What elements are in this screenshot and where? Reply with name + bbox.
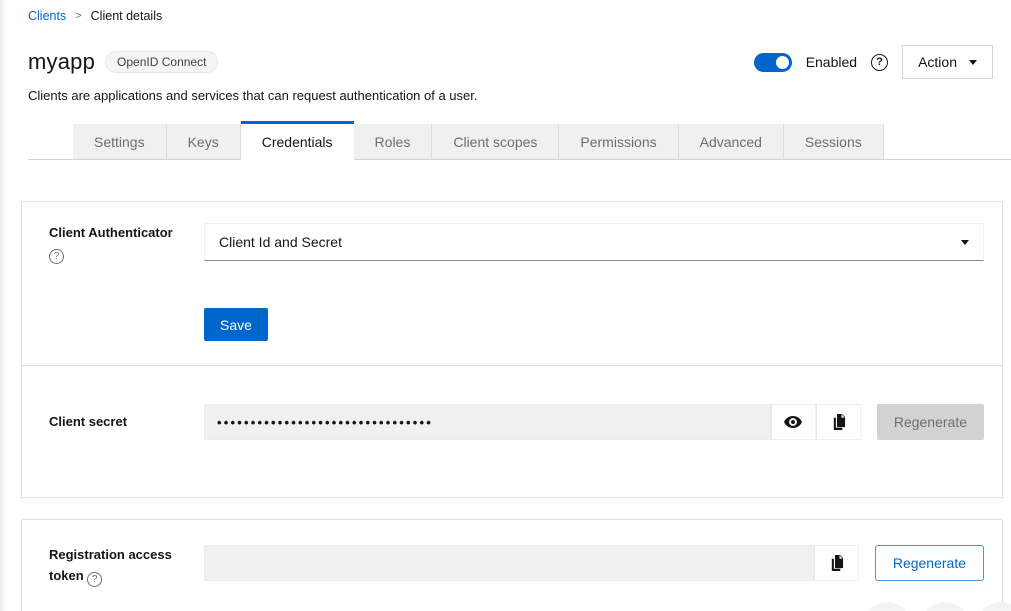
registration-token-card: Registration access token ? bbox=[21, 519, 1003, 611]
enabled-toggle[interactable] bbox=[754, 53, 792, 72]
page-header: Clients > Client details myapp OpenID Co… bbox=[0, 0, 1011, 160]
registration-token-input bbox=[204, 545, 814, 581]
registration-token-label: Registration access token ? bbox=[49, 545, 179, 587]
credentials-card: Client Authenticator ? Client Id and Sec… bbox=[21, 201, 1003, 498]
copy-secret-button[interactable] bbox=[816, 404, 861, 440]
tab-sessions[interactable]: Sessions bbox=[784, 124, 884, 160]
breadcrumb: Clients > Client details bbox=[28, 9, 995, 23]
tab-credentials[interactable]: Credentials bbox=[241, 121, 354, 160]
regenerate-secret-button: Regenerate bbox=[877, 404, 984, 440]
cards-container: Client Authenticator ? Client Id and Sec… bbox=[0, 160, 1011, 611]
page-title: myapp bbox=[28, 49, 95, 75]
tabs: Settings Keys Credentials Roles Client s… bbox=[28, 121, 995, 160]
tab-settings[interactable]: Settings bbox=[73, 124, 167, 160]
protocol-badge: OpenID Connect bbox=[105, 51, 218, 73]
left-edge-shade bbox=[0, 0, 5, 611]
client-secret-label: Client secret bbox=[49, 412, 204, 433]
chevron-down-icon bbox=[969, 60, 977, 65]
help-icon[interactable]: ? bbox=[871, 54, 888, 71]
registration-token-label-text: Registration access token bbox=[49, 547, 172, 583]
page-description: Clients are applications and services th… bbox=[28, 88, 995, 103]
tab-roles[interactable]: Roles bbox=[354, 124, 433, 160]
copy-icon bbox=[831, 414, 846, 430]
tab-keys[interactable]: Keys bbox=[167, 124, 241, 160]
client-authenticator-section: Client Authenticator ? Client Id and Sec… bbox=[22, 202, 1002, 365]
copy-icon bbox=[829, 555, 844, 571]
tab-advanced[interactable]: Advanced bbox=[679, 124, 784, 160]
client-secret-input: •••••••••••••••••••••••••••••••• bbox=[204, 404, 771, 440]
breadcrumb-current: Client details bbox=[91, 9, 163, 23]
toggle-knob bbox=[776, 56, 789, 69]
action-dropdown-button[interactable]: Action bbox=[902, 45, 993, 79]
eye-icon bbox=[784, 415, 802, 429]
client-secret-masked-value: •••••••••••••••••••••••••••••••• bbox=[217, 415, 433, 430]
action-label: Action bbox=[918, 54, 957, 70]
tab-client-scopes[interactable]: Client scopes bbox=[432, 124, 559, 160]
save-button[interactable]: Save bbox=[204, 308, 268, 341]
copy-token-button[interactable] bbox=[814, 545, 859, 581]
registration-token-section: Registration access token ? bbox=[22, 520, 1002, 611]
client-secret-input-group: •••••••••••••••••••••••••••••••• bbox=[204, 404, 861, 440]
title-row: myapp OpenID Connect Enabled ? Action bbox=[28, 45, 995, 79]
client-authenticator-help-icon[interactable]: ? bbox=[49, 249, 64, 264]
client-secret-section: Client secret ••••••••••••••••••••••••••… bbox=[22, 366, 1002, 497]
client-authenticator-label: Client Authenticator bbox=[49, 223, 204, 244]
client-authenticator-selected-value: Client Id and Secret bbox=[219, 234, 342, 250]
regenerate-token-button[interactable]: Regenerate bbox=[875, 545, 984, 581]
breadcrumb-link-clients[interactable]: Clients bbox=[28, 9, 66, 23]
registration-token-input-group bbox=[204, 545, 859, 581]
enabled-label: Enabled bbox=[806, 54, 857, 70]
select-caret-icon bbox=[961, 240, 969, 245]
registration-token-help-icon[interactable]: ? bbox=[87, 572, 102, 587]
client-authenticator-select[interactable]: Client Id and Secret bbox=[204, 223, 984, 261]
tab-permissions[interactable]: Permissions bbox=[559, 124, 678, 160]
show-secret-button[interactable] bbox=[771, 404, 816, 440]
breadcrumb-separator: > bbox=[75, 10, 81, 22]
